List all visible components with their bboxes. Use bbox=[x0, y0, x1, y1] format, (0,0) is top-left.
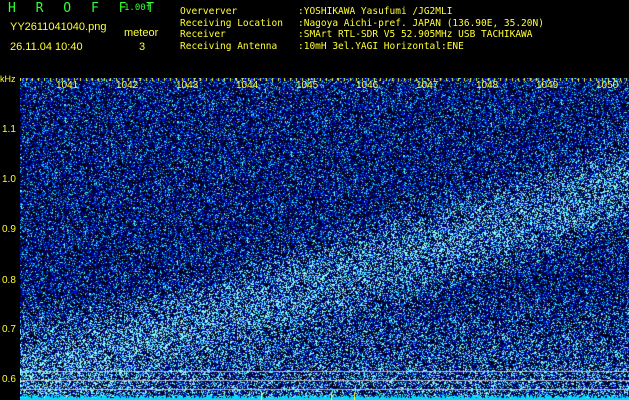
info-row: Receiver :SMArt RTL-SDR V5 52.905MHz USB … bbox=[180, 29, 544, 41]
header-panel: H R O F F T 1.00f YY2611041040.png meteo… bbox=[0, 0, 629, 72]
info-row: Receiving Antenna :10mH 3el.YAGI Horizont… bbox=[180, 41, 544, 53]
x-tick-label: 1044 bbox=[236, 80, 259, 91]
info-row: Oververver :YOSHIKAWA Yasufumi /JG2MLI bbox=[180, 6, 544, 18]
timestamp: 26.11.04 10:40 bbox=[10, 41, 83, 53]
x-tick-label: 1047 bbox=[416, 80, 439, 91]
file-name: YY2611041040.png bbox=[10, 21, 107, 33]
y-tick-label: 1.0 bbox=[2, 174, 16, 185]
y-tick-label: 0.8 bbox=[2, 275, 16, 286]
x-tick-label: 1042 bbox=[116, 80, 139, 91]
info-key: Receiving Antenna bbox=[180, 40, 278, 52]
y-tick-label: 0.6 bbox=[2, 374, 16, 385]
info-row: Receiving Location :Nagoya Aichi-pref. JA… bbox=[180, 18, 544, 30]
x-tick-label: 1050 bbox=[596, 80, 619, 91]
meteor-count: 3 bbox=[139, 41, 146, 53]
station-info: Oververver :YOSHIKAWA Yasufumi /JG2MLI Re… bbox=[180, 6, 544, 52]
x-tick-label: 1046 bbox=[356, 80, 379, 91]
x-tick-label: 1041 bbox=[56, 80, 79, 91]
y-axis-unit: kHz bbox=[0, 74, 16, 84]
meteor-label: meteor bbox=[124, 27, 159, 39]
info-key: Receiving Location bbox=[180, 17, 283, 29]
y-tick-label: 0.9 bbox=[2, 224, 16, 235]
x-tick-label: 1049 bbox=[536, 80, 559, 91]
app-version: 1.00f bbox=[124, 3, 152, 13]
info-key: Receiver bbox=[180, 29, 226, 40]
y-tick-label: 0.7 bbox=[2, 324, 16, 335]
info-value: :YOSHIKAWA Yasufumi /JG2MLI bbox=[298, 6, 453, 17]
info-value: :Nagoya Aichi-pref. JAPAN (136.90E, 35.2… bbox=[298, 17, 544, 29]
info-value: :10mH 3el.YAGI Horizontal:ENE bbox=[298, 40, 464, 52]
spectrogram-canvas[interactable] bbox=[20, 78, 629, 400]
x-tick-label: 1048 bbox=[476, 80, 499, 91]
x-tick-label: 1045 bbox=[296, 80, 319, 91]
y-tick-label: 1.1 bbox=[2, 124, 16, 135]
info-value: :SMArt RTL-SDR V5 52.905MHz USB TACHIKAW… bbox=[298, 29, 533, 40]
info-key: Oververver bbox=[180, 6, 238, 17]
x-tick-label: 1043 bbox=[176, 80, 199, 91]
